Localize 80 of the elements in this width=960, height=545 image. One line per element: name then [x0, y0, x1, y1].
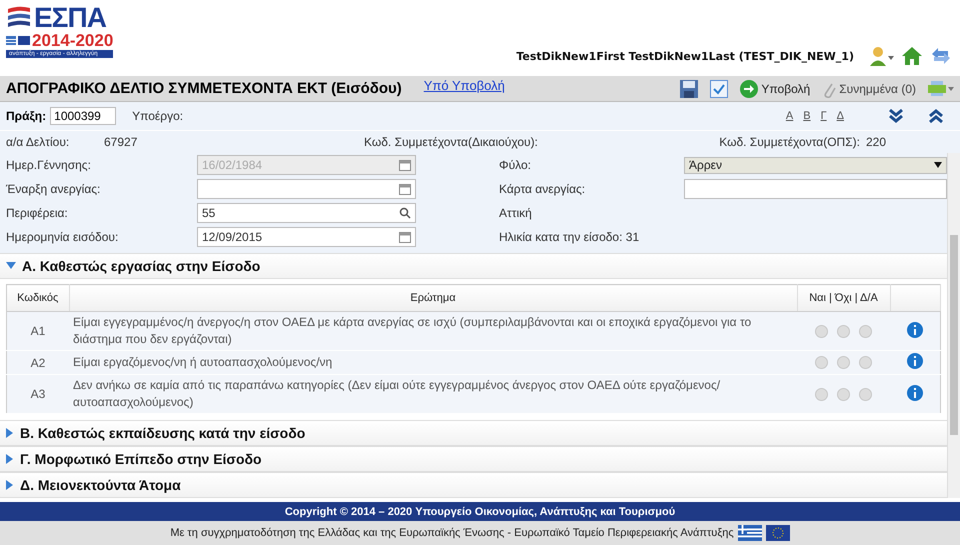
- radio-button[interactable]: [815, 388, 828, 400]
- calendar-icon[interactable]: [399, 183, 411, 195]
- radio-button[interactable]: [837, 356, 850, 369]
- subproject-label: Υποέργο:: [132, 109, 184, 123]
- info-icon[interactable]: [907, 353, 923, 369]
- input-field[interactable]: 55: [197, 203, 416, 223]
- greek-flag-icon: [738, 525, 762, 541]
- funding-text: Με τη συγχρηματοδότηση της Ελλάδας και της Ευρωπαϊκής Ένωσης - Ευρωπαϊκό Ταμείο Περιφερειακής Ανάπτυξης: [170, 527, 734, 539]
- ops-label: Κωδ. Συμμετέχοντα(ΟΠΣ):: [719, 135, 860, 149]
- radio-button[interactable]: [837, 324, 850, 338]
- field-label: Ημερομηνία εισόδου:: [5, 230, 120, 244]
- code-cell: Α1: [30, 324, 46, 338]
- section-link[interactable]: Α: [786, 110, 794, 122]
- radio-button[interactable]: [815, 324, 828, 338]
- attachments-button[interactable]: Συνημμένα (0): [822, 80, 916, 98]
- submit-button[interactable]: Υποβολή: [740, 80, 810, 98]
- column-header: Ερώτημα: [69, 284, 797, 312]
- info-icon[interactable]: [907, 322, 923, 338]
- logo-years: 2014-2020: [32, 32, 114, 49]
- radio-button[interactable]: [859, 324, 872, 338]
- logo-title: ΕΣΠΑ: [34, 4, 106, 32]
- radio-button[interactable]: [859, 356, 872, 369]
- section-header[interactable]: Δ. Μειονεκτούντα Άτομα: [0, 473, 947, 498]
- radio-button[interactable]: [815, 356, 828, 369]
- column-header: Ναι | Όχι | Δ/Α: [797, 284, 890, 312]
- home-icon[interactable]: [902, 47, 922, 65]
- field-text: Ηλικία κατα την είσοδο: 31: [498, 230, 640, 244]
- triangle-right-icon: [6, 428, 14, 438]
- eu-flag-icon: [766, 525, 790, 541]
- printer-icon[interactable]: [928, 80, 954, 96]
- checkmark-icon[interactable]: [710, 80, 728, 98]
- ada-label: α/α Δελτίου:: [6, 135, 70, 149]
- section-link[interactable]: Γ: [820, 110, 827, 122]
- field-label: Κάρτα ανεργίας:: [498, 182, 586, 196]
- field-label: Περιφέρεια:: [5, 206, 69, 220]
- radio-button[interactable]: [859, 388, 872, 400]
- user-icon[interactable]: [870, 46, 894, 66]
- calendar-icon[interactable]: [399, 231, 411, 243]
- status-link[interactable]: Υπό Υποβολή: [424, 78, 505, 93]
- input-field[interactable]: [197, 179, 416, 199]
- column-header: Κωδικός: [6, 284, 69, 312]
- question-text: Είμαι εγγεγραμμένος/η άνεργος/η στον ΟΑΕΔ με κάρτα ανεργίας σε ισχύ (συμπεριλαμβάνονται και οι εποχικά εργαζόμενοι για το διάστημα που δεν εργάζονται): [73, 315, 752, 346]
- chevron-up-icon[interactable]: [928, 108, 944, 124]
- arrow-circle-icon: [740, 80, 758, 98]
- ops-value: 220: [866, 135, 886, 149]
- section-link[interactable]: Β: [803, 110, 811, 122]
- chevron-down-icon[interactable]: [888, 108, 904, 124]
- field-label: Έναρξη ανεργίας:: [5, 182, 102, 196]
- field-label: Ημερ.Γέννησης:: [5, 158, 92, 172]
- ada-value: 67927: [104, 135, 138, 149]
- user-name: TestDikNew1First TestDikNew1Last (TEST_DIK_NEW_1): [516, 50, 854, 62]
- section-header[interactable]: Γ. Μορφωτικό Επίπεδο στην Είσοδο: [0, 447, 947, 472]
- input-field[interactable]: 12/09/2015: [197, 227, 416, 247]
- triangle-right-icon: [6, 480, 14, 490]
- flags-icon: [6, 36, 30, 45]
- select-field[interactable]: Άρρεν: [684, 156, 947, 174]
- dropdown-icon: [934, 162, 942, 168]
- triangle-down-icon: [6, 262, 16, 270]
- form-title: ΑΠΟΓΡΑΦΙΚΟ ΔΕΛΤΙΟ ΣΥΜΜΕΤΕΧΟΝΤΑ ΕΚΤ (Εισόδου): [6, 80, 402, 97]
- praxi-field[interactable]: 1000399: [50, 107, 116, 125]
- section-header[interactable]: Α. Καθεστώς εργασίας στην Είσοδο: [0, 254, 947, 279]
- section-header[interactable]: Β. Καθεστώς εκπαίδευσης κατά την είσοδο: [0, 421, 947, 446]
- radio-button[interactable]: [837, 388, 850, 400]
- copyright-text: Copyright © 2014 – 2020 Υπουργείο Οικονομίας, Ανάπτυξης και Τουρισμού: [284, 506, 676, 518]
- field-label: Φύλο:: [498, 158, 532, 172]
- question-text: Είμαι εργαζόμενος/νη ή αυτοαπασχολούμενος/νη: [73, 355, 332, 369]
- triangle-right-icon: [6, 454, 14, 464]
- code-cell: Α2: [30, 356, 46, 370]
- praxi-label: Πράξη:: [6, 109, 46, 123]
- arrows-icon[interactable]: [930, 46, 952, 66]
- search-icon[interactable]: [399, 207, 411, 219]
- scrollbar[interactable]: [947, 153, 960, 498]
- info-icon[interactable]: [907, 384, 923, 400]
- section-link[interactable]: Δ: [836, 110, 844, 122]
- code-cell: Α3: [30, 387, 46, 401]
- question-text: Δεν ανήκω σε καμία από τις παραπάνω κατηγορίες (Δεν είμαι ούτε εγγεγραμμένος άνεργος στον ΟΑΕΔ ούτε εργαζόμενος/ αυτοαπασχολούμενος): [73, 378, 720, 409]
- save-icon[interactable]: [680, 80, 698, 98]
- input-field[interactable]: [684, 179, 947, 199]
- code-label: Κωδ. Συμμετέχοντα(Δικαιούχου):: [364, 135, 539, 149]
- field-text: Αττική: [498, 206, 533, 220]
